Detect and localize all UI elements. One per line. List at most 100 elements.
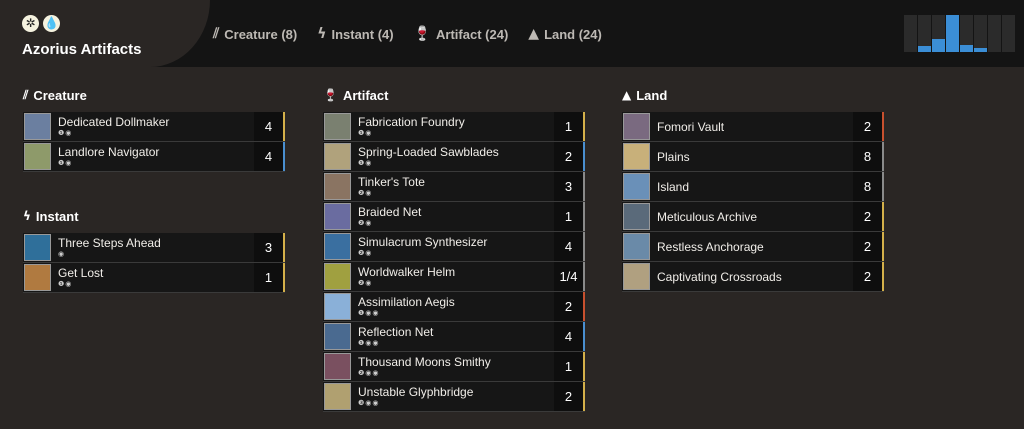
tab-label: Creature (8) <box>224 26 298 42</box>
card-art <box>324 293 351 320</box>
card-name: Braided Net <box>358 205 422 219</box>
card-row[interactable]: Braided Net ❷◉ 1 <box>323 202 585 232</box>
card-row[interactable]: Restless Anchorage 2 <box>622 232 884 262</box>
tab-land[interactable]: ▲ Land (24) <box>528 26 602 42</box>
curve-column <box>960 15 973 52</box>
tab-label: Instant (4) <box>331 26 394 42</box>
white-mana-icon: ✲ <box>22 15 39 32</box>
card-art <box>623 113 650 140</box>
card-row[interactable]: Three Steps Ahead ◉ 3 <box>23 233 285 263</box>
claw-icon: ⫽ <box>213 26 220 42</box>
curve-column <box>974 15 987 52</box>
card-quantity: 1/4 <box>554 262 583 291</box>
mana-cost: ❶◉ <box>358 159 373 167</box>
card-quantity: 2 <box>853 112 882 141</box>
card-info: Plains <box>652 142 853 171</box>
section-title: Artifact <box>342 87 389 103</box>
card-name: Meticulous Archive <box>657 209 758 224</box>
card-row[interactable]: Spring-Loaded Sawblades ❶◉ 2 <box>323 142 585 172</box>
curve-column <box>1002 15 1015 52</box>
mana-cost: ◉ <box>58 250 66 258</box>
card-quantity: 1 <box>554 352 583 381</box>
mana-cost: ❶◉ <box>58 159 73 167</box>
card-art <box>24 143 51 170</box>
section-header: ϟ Instant <box>23 206 285 226</box>
color-bar <box>882 202 884 231</box>
curve-column <box>932 15 945 52</box>
card-row[interactable]: Thousand Moons Smithy ❷◉◉ 1 <box>323 352 585 382</box>
card-row[interactable]: Fomori Vault 2 <box>622 112 884 142</box>
card-art <box>324 263 351 290</box>
card-name: Fomori Vault <box>657 119 725 134</box>
card-row[interactable]: Get Lost ❶◉ 1 <box>23 263 285 293</box>
section-title: Creature <box>33 87 87 103</box>
color-bar <box>583 172 585 201</box>
section-artifact: 🍷 Artifact Fabrication Foundry ❶◉ 1 Spring-… <box>323 85 585 412</box>
blue-mana-icon: 💧 <box>43 15 60 32</box>
mana-cost: ❶◉◉ <box>358 339 380 347</box>
card-quantity: 1 <box>254 263 283 292</box>
card-row[interactable]: Assimilation Aegis ❶◉◉ 2 <box>323 292 585 322</box>
card-row[interactable]: Reflection Net ❶◉◉ 4 <box>323 322 585 352</box>
tab-creature[interactable]: ⫽ Creature (8) <box>213 26 297 42</box>
card-row[interactable]: Simulacrum Synthesizer ❷◉ 4 <box>323 232 585 262</box>
card-name: Simulacrum Synthesizer <box>358 235 488 249</box>
mana-cost: ❶◉ <box>358 129 373 137</box>
card-row[interactable]: Worldwalker Helm ❷◉ 1/4 <box>323 262 585 292</box>
claw-icon: ⫽ <box>23 87 29 102</box>
tab-artifact[interactable]: 🍷 Artifact (24) <box>414 26 509 42</box>
card-info: Unstable Glyphbridge ❸◉◉ <box>353 382 554 411</box>
card-name: Get Lost <box>58 266 104 280</box>
color-bar <box>583 202 585 231</box>
card-row[interactable]: Landlore Navigator ❶◉ 4 <box>23 142 285 172</box>
section-title: Instant <box>35 208 79 224</box>
card-row[interactable]: Unstable Glyphbridge ❸◉◉ 2 <box>323 382 585 412</box>
card-row[interactable]: Dedicated Dollmaker ❶◉ 4 <box>23 112 285 142</box>
card-row[interactable]: Plains 8 <box>622 142 884 172</box>
card-art <box>324 143 351 170</box>
curve-bar <box>932 39 945 52</box>
curve-bar <box>918 46 931 52</box>
card-row[interactable]: Island 8 <box>622 172 884 202</box>
color-bar <box>283 142 285 171</box>
card-name: Unstable Glyphbridge <box>358 385 474 399</box>
tab-instant[interactable]: ϟ Instant (4) <box>317 26 393 42</box>
card-quantity: 1 <box>554 112 583 141</box>
card-info: Island <box>652 172 853 201</box>
card-art <box>324 173 351 200</box>
card-quantity: 4 <box>554 232 583 261</box>
section-instant: ϟ Instant Three Steps Ahead ◉ 3 Get Lost ❶◉ 1 <box>23 206 285 293</box>
card-name: Thousand Moons Smithy <box>358 355 491 369</box>
card-art <box>623 263 650 290</box>
card-info: Get Lost ❶◉ <box>53 263 254 292</box>
mountain-icon: ▲ <box>528 26 540 42</box>
mana-cost: ❷◉ <box>358 189 373 197</box>
color-bar <box>583 142 585 171</box>
card-info: Spring-Loaded Sawblades ❶◉ <box>353 142 554 171</box>
card-row[interactable]: Captivating Crossroads 2 <box>622 262 884 292</box>
tab-label: Land (24) <box>544 26 602 42</box>
curve-column <box>918 15 931 52</box>
mana-cost: ❷◉◉ <box>358 369 380 377</box>
lightning-icon: ϟ <box>23 209 31 223</box>
card-row[interactable]: Fabrication Foundry ❶◉ 1 <box>323 112 585 142</box>
card-art <box>24 234 51 261</box>
color-bar <box>583 322 585 351</box>
tab-label: Artifact (24) <box>436 26 509 42</box>
card-row[interactable]: Meticulous Archive 2 <box>622 202 884 232</box>
color-bar <box>283 263 285 292</box>
card-row[interactable]: Tinker's Tote ❷◉ 3 <box>323 172 585 202</box>
mountain-icon: ▲ <box>622 88 632 102</box>
color-bar <box>882 142 884 171</box>
card-info: Reflection Net ❶◉◉ <box>353 322 554 351</box>
card-quantity: 4 <box>254 142 283 171</box>
card-quantity: 2 <box>554 382 583 411</box>
card-art <box>324 113 351 140</box>
chalice-icon: 🍷 <box>323 88 338 102</box>
section-title: Land <box>636 87 668 103</box>
card-name: Worldwalker Helm <box>358 265 456 279</box>
mana-curve-chart <box>904 15 1016 52</box>
curve-column <box>904 15 917 52</box>
deck-colors: ✲ 💧 <box>22 15 60 32</box>
card-info: Tinker's Tote ❷◉ <box>353 172 554 201</box>
